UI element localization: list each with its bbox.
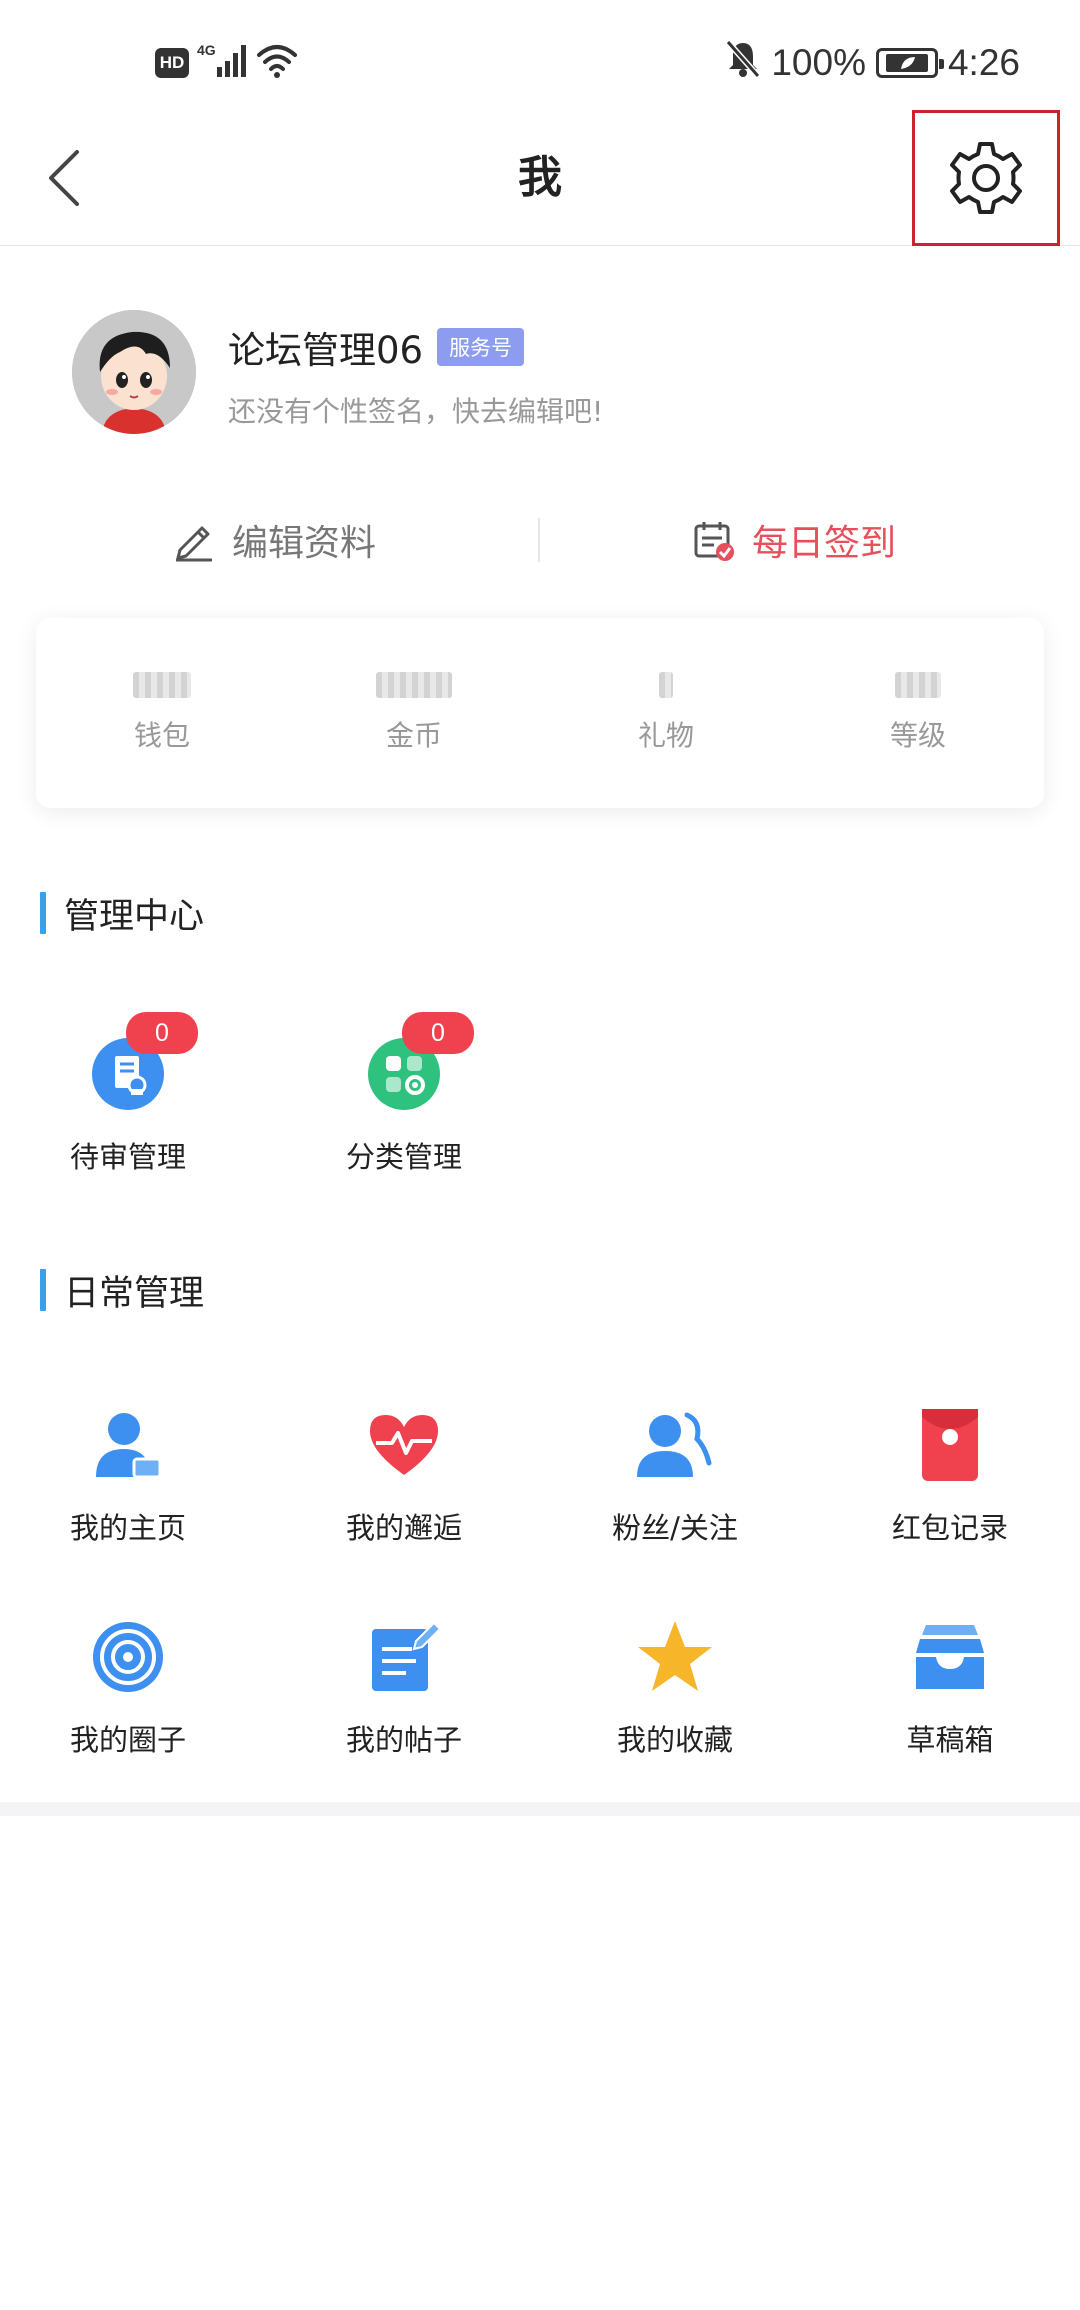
battery-icon [875,48,944,78]
edit-profile-button[interactable]: 编辑资料 [172,500,376,580]
grid-label: 分类管理 [345,1140,462,1174]
settings-button[interactable] [912,110,1060,246]
top-nav-bar: 我 [0,110,1080,246]
grid-label: 我的收藏 [616,1723,733,1757]
grid-item-my-circle[interactable]: 我的圈子 [18,1617,238,1759]
grid-item-my-favorites[interactable]: 我的收藏 [565,1617,785,1759]
stat-value-blurred [133,672,191,698]
chevron-left-icon [49,150,79,206]
stat-value-blurred [659,672,673,698]
stats-card: 钱包 金币 礼物 等级 [36,618,1044,808]
stat-label: 金币 [385,719,442,752]
battery-percent: 100% [771,42,866,83]
drafts-box-icon [910,1617,990,1697]
signature: 还没有个性签名，快去编辑吧! [228,395,604,428]
stat-value-blurred [376,672,452,698]
grid-item-my-posts[interactable]: 我的帖子 [294,1617,514,1759]
grid-label: 我的圈子 [69,1723,186,1757]
section-divider [0,1802,1080,1816]
svg-text:4G: 4G [197,42,216,58]
calendar-check-icon [694,522,734,561]
pencil-icon [176,526,212,562]
stat-label: 礼物 [637,719,694,752]
section-title-admin: 管理中心 [40,891,204,937]
grid-item-my-encounter[interactable]: 我的邂逅 [294,1405,514,1547]
grid-label: 草稿箱 [906,1723,994,1757]
grid-item-my-home[interactable]: 我的主页 [18,1405,238,1547]
heartbeat-icon [364,1405,444,1485]
post-edit-icon [364,1617,444,1697]
profile-actions: 编辑资料 每日签到 [0,500,1080,580]
username: 论坛管理06 [228,329,424,372]
action-divider [538,518,540,562]
grid-label: 我的邂逅 [345,1511,462,1545]
edit-profile-label: 编辑资料 [232,523,377,564]
grid-item-drafts[interactable]: 草稿箱 [840,1617,1060,1759]
hd-icon: HD [155,48,189,78]
stat-gifts[interactable]: 礼物 [540,618,792,808]
followers-icon [635,1405,715,1485]
grid-label: 我的主页 [69,1511,186,1545]
star-icon [635,1617,715,1697]
avatar-image [72,310,196,434]
red-envelope-icon [910,1405,990,1485]
back-button[interactable] [30,136,100,220]
clock: 4:26 [947,42,1020,83]
section-title-text: 管理中心 [64,896,205,937]
grid-label: 待审管理 [69,1140,186,1174]
category-icon: 0 [364,1012,474,1114]
stat-label: 等级 [889,719,946,752]
section-accent-bar [40,1269,46,1311]
status-left: HD 4G [155,38,299,88]
section-accent-bar [40,892,46,934]
section-title-text: 日常管理 [64,1273,205,1314]
circle-target-icon [88,1617,168,1697]
grid-label: 红包记录 [891,1511,1008,1545]
pending-count-badge: 0 [126,1012,198,1054]
mute-bell-icon [725,39,761,88]
wifi-icon [255,41,299,85]
gear-icon [950,142,1022,214]
profile-header[interactable]: 论坛管理06 服务号 还没有个性签名，快去编辑吧! [72,310,1012,435]
user-home-icon [88,1405,168,1485]
section-title-daily: 日常管理 [40,1268,204,1314]
grid-label: 我的帖子 [345,1723,462,1757]
daily-checkin-button[interactable]: 每日签到 [692,500,896,580]
daily-checkin-label: 每日签到 [752,523,897,564]
cellular-signal-icon: 4G [197,41,247,85]
status-bar: HD 4G 100% 4:26 [0,0,1080,110]
stat-wallet[interactable]: 钱包 [36,618,288,808]
grid-item-fans-follow[interactable]: 粉丝/关注 [565,1405,785,1547]
category-count-badge: 0 [402,1012,474,1054]
username-row: 论坛管理06 服务号 [228,320,525,374]
stat-value-blurred [895,672,941,698]
stat-label: 钱包 [133,719,190,752]
grid-item-red-envelope-record[interactable]: 红包记录 [840,1405,1060,1547]
stat-coins[interactable]: 金币 [288,618,540,808]
stat-level[interactable]: 等级 [792,618,1044,808]
avatar[interactable] [72,310,196,434]
grid-label: 粉丝/关注 [612,1511,738,1545]
review-doc-icon: 0 [88,1012,198,1114]
status-right: 100% 4:26 [725,38,1020,88]
grid-item-category-manage[interactable]: 0 分类管理 [294,1012,514,1176]
grid-item-pending-review[interactable]: 0 待审管理 [18,1012,238,1176]
service-badge: 服务号 [437,328,525,366]
